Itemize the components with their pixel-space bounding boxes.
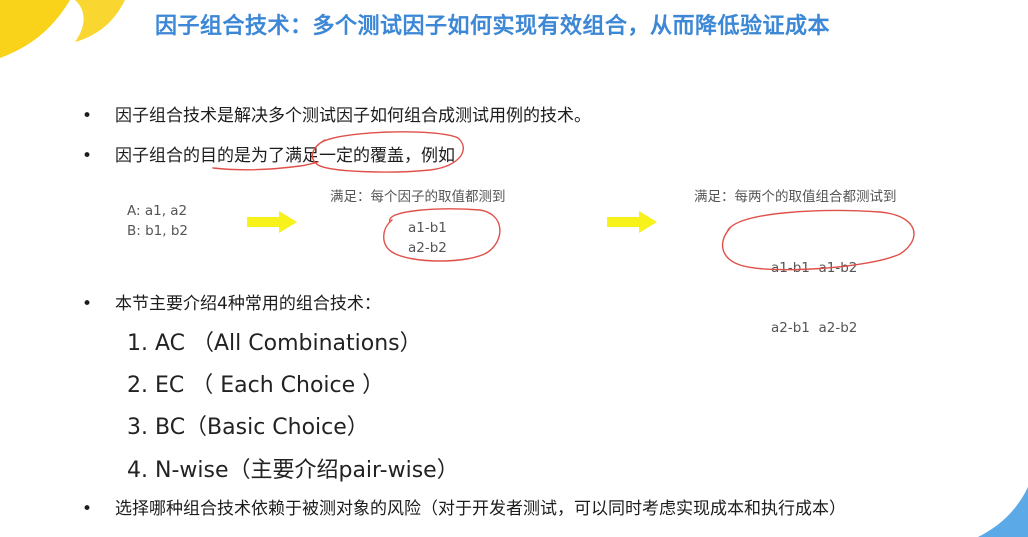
technique-n-wise: 4. N-wise（主要介绍pair-wise） [127,458,459,483]
pairwise-case: a2-b1 a2-b2 [771,320,858,336]
technique-bc: 3. BC（Basic Choice） [127,415,369,440]
pairwise-cases: a1-b1 a1-b2 a2-b1 a2-b2 [771,218,857,358]
bullet-item: • 因子组合的目的是为了满足一定的覆盖，例如 [82,141,455,166]
bullet-item: • 选择哪种组合技术依赖于被测对象的风险（对于开发者测试，可以同时考虑实现成本和执… [82,494,846,519]
technique-ec: 2. EC （ Each Choice ） [127,373,385,398]
bullet-item: • 因子组合技术是解决多个测试因子如何组合成测试用例的技术。 [82,101,591,126]
arrow-right-icon [607,211,657,233]
bullet-dot: • [82,294,93,314]
each-choice-case: a2-b2 [408,240,447,256]
bullet-text: 因子组合技术是解决多个测试因子如何组合成测试用例的技术。 [115,106,591,126]
slide-title: 因子组合技术：多个测试因子如何实现有效组合，从而降低验证成本 [155,14,831,39]
bullet-text: 本节主要介绍4种常用的组合技术： [115,294,381,314]
corner-decoration [0,0,125,58]
arrow-right-icon [247,211,297,233]
technique-ac: 1. AC （All Combinations） [127,331,422,356]
factor-b: B: b1, b2 [127,223,189,239]
bullet-text: 选择哪种组合技术依赖于被测对象的风险（对于开发者测试，可以同时考虑实现成本和执行… [115,499,846,519]
each-choice-case: a1-b1 [408,220,447,236]
bullet-text: 因子组合的目的是为了满足一定的覆盖，例如 [115,146,455,166]
corner-decoration-bottom [978,487,1028,537]
bullet-dot: • [82,499,93,519]
pairwise-label: 满足：每两个的取值组合都测试到 [694,189,897,205]
bullet-dot: • [82,106,93,126]
factor-list: A: a1, a2 B: b1, b2 [127,201,188,241]
bullet-dot: • [82,146,93,166]
each-choice-label: 满足：每个因子的取值都测到 [330,189,506,205]
bullet-item: • 本节主要介绍4种常用的组合技术： [82,289,381,314]
factor-a: A: a1, a2 [127,203,188,219]
each-choice-cases: a1-b1 a2-b2 [408,218,447,258]
pairwise-case: a1-b1 a1-b2 [771,260,858,276]
